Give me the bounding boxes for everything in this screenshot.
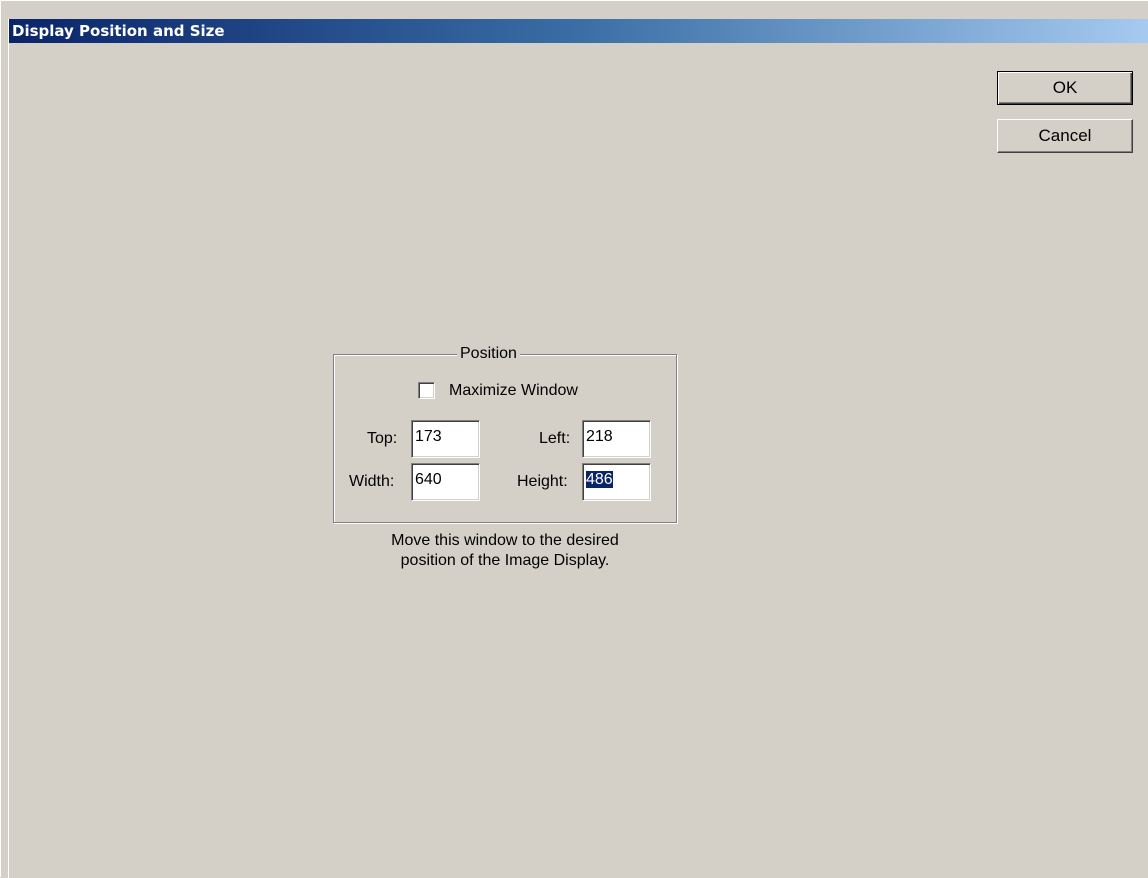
position-group-legend: Position: [457, 345, 520, 363]
left-input[interactable]: 218: [582, 420, 651, 458]
top-label: Top:: [367, 430, 398, 447]
position-hint-line2: position of the Image Display.: [400, 552, 610, 569]
width-label: Width:: [349, 473, 395, 490]
left-label: Left:: [539, 430, 571, 447]
top-input-value: 173: [415, 428, 442, 445]
left-input-value: 218: [586, 428, 613, 445]
height-label: Height:: [517, 473, 568, 490]
width-input-value: 640: [415, 471, 442, 488]
ok-button[interactable]: OK: [997, 71, 1133, 105]
width-input[interactable]: 640: [411, 463, 480, 501]
cancel-button[interactable]: Cancel: [997, 119, 1133, 153]
position-hint: Move this window to the desired position…: [333, 531, 677, 571]
position-hint-line1: Move this window to the desired: [391, 532, 619, 549]
window-frame-left: [1, 19, 9, 878]
dialog-title: Display Position and Size: [12, 22, 225, 40]
dialog-window: Display Position and Size OK Cancel Posi…: [0, 0, 1148, 878]
top-input[interactable]: 173: [411, 420, 480, 458]
dialog-title-bar[interactable]: Display Position and Size: [9, 19, 1148, 43]
maximize-window-checkbox[interactable]: [418, 382, 435, 399]
maximize-window-label[interactable]: Maximize Window: [449, 381, 578, 401]
window-frame-top: [1, 1, 1148, 9]
height-input-value-selected: 486: [586, 471, 613, 488]
height-input[interactable]: 486: [582, 463, 651, 501]
